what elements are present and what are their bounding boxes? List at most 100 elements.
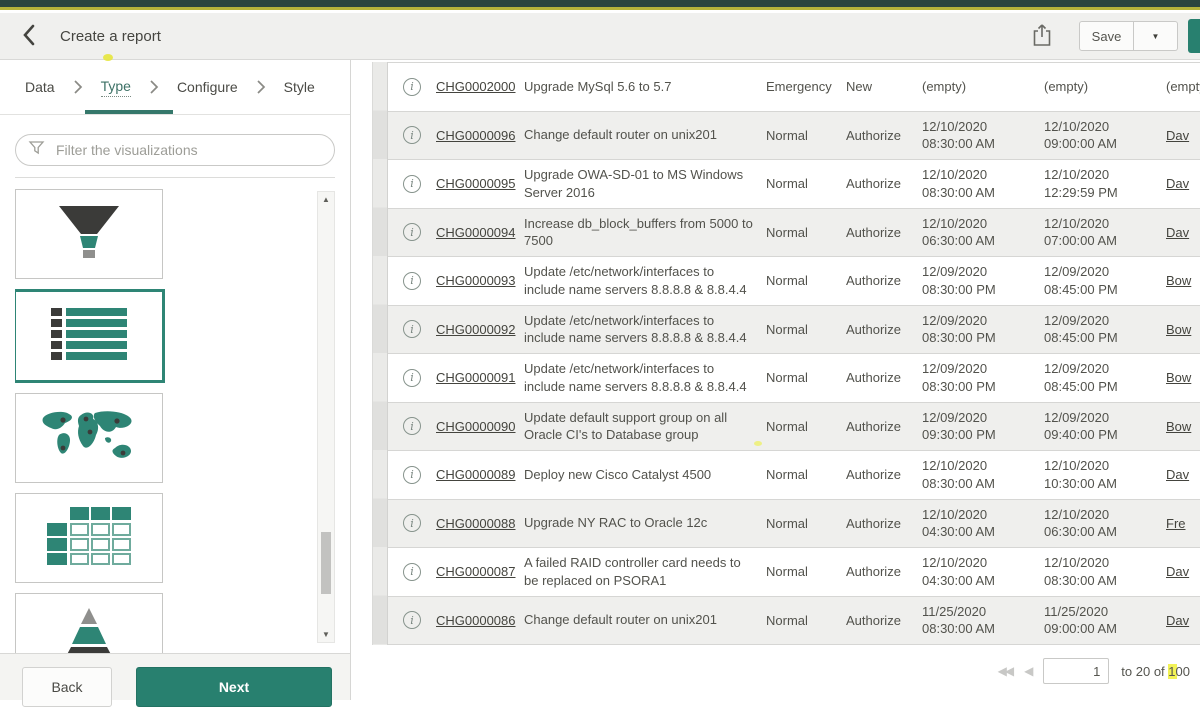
info-icon[interactable]: i [403, 272, 421, 290]
viz-thumbnail-heatmap[interactable] [15, 493, 163, 583]
row-planned-start: 12/10/2020 08:30:00 AM [922, 166, 1044, 201]
info-icon[interactable]: i [403, 514, 421, 532]
row-number-cell: CHG0000091 [436, 370, 524, 385]
list-chart-icon [51, 307, 127, 366]
assignee-link[interactable]: Bow [1166, 273, 1191, 288]
change-number-link[interactable]: CHG0000095 [436, 176, 516, 191]
info-icon[interactable]: i [403, 223, 421, 241]
info-icon[interactable]: i [403, 320, 421, 338]
scroll-up-icon[interactable]: ▲ [318, 195, 334, 204]
row-number-cell: CHG0000089 [436, 467, 524, 482]
row-number-cell: CHG0000093 [436, 273, 524, 288]
info-icon[interactable]: i [403, 369, 421, 387]
row-planned-start: 11/25/2020 08:30:00 AM [922, 603, 1044, 638]
save-dropdown-button[interactable]: ▼ [1134, 21, 1178, 51]
row-planned-start: 12/10/2020 06:30:00 AM [922, 215, 1044, 250]
row-planned-start: 12/10/2020 08:30:00 AM [922, 457, 1044, 492]
row-description: A failed RAID controller card needs to b… [524, 554, 766, 589]
row-info-cell: i [388, 417, 436, 435]
row-description: Deploy new Cisco Catalyst 4500 [524, 466, 766, 484]
row-state: Authorize [846, 225, 922, 240]
breadcrumb-step-type[interactable]: Type [101, 78, 131, 97]
table-row: i CHG0000096 Change default router on un… [388, 112, 1200, 161]
pagination-range-text: to 20 of 100 [1121, 664, 1190, 679]
heatmap-chart-icon [47, 507, 131, 570]
breadcrumb-step-data[interactable]: Data [25, 79, 55, 95]
clipped-primary-button[interactable] [1188, 19, 1200, 53]
row-priority: Normal [766, 273, 846, 288]
scroll-down-icon[interactable]: ▼ [318, 630, 334, 639]
table-row: i CHG0000086 Change default router on un… [388, 597, 1200, 646]
info-icon[interactable]: i [403, 78, 421, 96]
row-priority: Normal [766, 613, 846, 628]
change-number-link[interactable]: CHG0000091 [436, 370, 516, 385]
change-number-link[interactable]: CHG0002000 [436, 79, 516, 94]
breadcrumb-step-style[interactable]: Style [284, 79, 315, 95]
row-planned-end: (empty) [1044, 78, 1166, 96]
filter-input[interactable] [54, 141, 322, 159]
info-icon[interactable]: i [403, 126, 421, 144]
row-priority: Normal [766, 419, 846, 434]
chevron-right-icon [256, 79, 266, 95]
scrollbar-thumb[interactable] [321, 532, 331, 594]
wizard-footer: Back Next [0, 653, 350, 700]
info-icon[interactable]: i [403, 563, 421, 581]
info-icon[interactable]: i [403, 611, 421, 629]
row-info-cell: i [388, 78, 436, 96]
save-button[interactable]: Save [1079, 21, 1134, 51]
back-arrow-button[interactable] [16, 22, 40, 50]
change-number-link[interactable]: CHG0000087 [436, 564, 516, 579]
change-number-link[interactable]: CHG0000094 [436, 225, 516, 240]
row-info-cell: i [388, 223, 436, 241]
row-state: Authorize [846, 176, 922, 191]
row-state: Authorize [846, 613, 922, 628]
change-number-link[interactable]: CHG0000092 [436, 322, 516, 337]
row-info-cell: i [388, 175, 436, 193]
back-button[interactable]: Back [22, 667, 112, 707]
change-number-link[interactable]: CHG0000090 [436, 419, 516, 434]
pagination-total: 100 [1168, 664, 1190, 679]
assignee-link[interactable]: Bow [1166, 419, 1191, 434]
assignee-link[interactable]: Dav [1166, 467, 1189, 482]
assignee-link[interactable]: Dav [1166, 564, 1189, 579]
row-assignee-cell: Bow [1166, 322, 1200, 337]
assignee-link[interactable]: Dav [1166, 225, 1189, 240]
viz-list-scrollbar[interactable]: ▲ ▼ [317, 191, 335, 643]
breadcrumb-step-configure[interactable]: Configure [177, 79, 238, 95]
assignee-link[interactable]: Bow [1166, 322, 1191, 337]
row-number-cell: CHG0000095 [436, 176, 524, 191]
funnel-filter-icon [28, 139, 45, 161]
assignee-link[interactable]: (empty) [1166, 79, 1200, 94]
assignee-link[interactable]: Bow [1166, 370, 1191, 385]
records-table: i CHG0002000 Upgrade MySql 5.6 to 5.7 Em… [388, 62, 1200, 645]
table-row: i CHG0000092 Update /etc/network/interfa… [388, 306, 1200, 355]
assignee-link[interactable]: Dav [1166, 176, 1189, 191]
next-button[interactable]: Next [136, 667, 332, 707]
row-planned-end: 12/09/2020 08:45:00 PM [1044, 263, 1166, 298]
viz-thumbnail-funnel[interactable] [15, 189, 163, 279]
world-map-icon [37, 408, 141, 469]
viz-thumbnail-pyramid[interactable] [15, 593, 163, 654]
row-assignee-cell: Dav [1166, 128, 1200, 143]
change-number-link[interactable]: CHG0000093 [436, 273, 516, 288]
assignee-link[interactable]: Dav [1166, 613, 1189, 628]
page-number-input[interactable] [1043, 658, 1109, 684]
change-number-link[interactable]: CHG0000088 [436, 516, 516, 531]
info-icon[interactable]: i [403, 175, 421, 193]
info-icon[interactable]: i [403, 417, 421, 435]
row-priority: Normal [766, 225, 846, 240]
assignee-link[interactable]: Fre [1166, 516, 1186, 531]
change-number-link[interactable]: CHG0000096 [436, 128, 516, 143]
cursor-highlight-dot [103, 54, 113, 61]
row-description: Update default support group on all Orac… [524, 409, 766, 444]
info-icon[interactable]: i [403, 466, 421, 484]
assignee-link[interactable]: Dav [1166, 128, 1189, 143]
viz-thumbnail-map[interactable] [15, 393, 163, 483]
change-number-link[interactable]: CHG0000089 [436, 467, 516, 482]
first-page-icon[interactable]: ◀◀ [998, 664, 1012, 678]
previous-page-icon[interactable]: ◀ [1024, 664, 1031, 678]
change-number-link[interactable]: CHG0000086 [436, 613, 516, 628]
viz-thumbnail-list[interactable] [15, 289, 165, 383]
share-button[interactable] [1031, 22, 1053, 51]
row-assignee-cell: (empty) [1166, 79, 1200, 94]
